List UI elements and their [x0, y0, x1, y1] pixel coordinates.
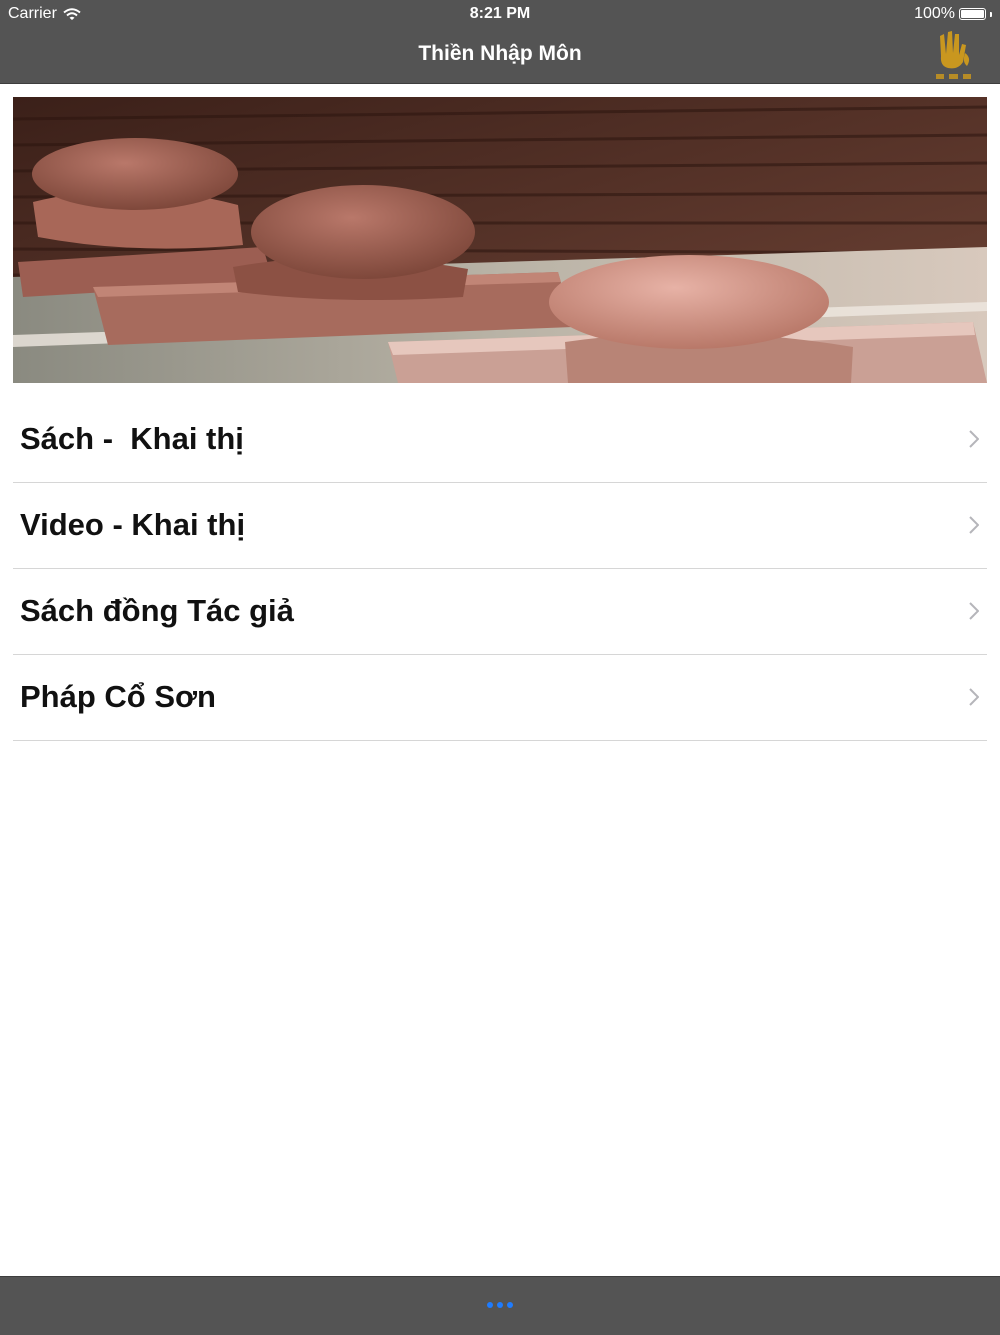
chevron-right-icon: [969, 516, 979, 534]
banner-image: [13, 97, 987, 383]
page-title: Thiền Nhập Môn: [418, 42, 582, 65]
menu-item-label: Sách - Khai thị: [20, 421, 244, 456]
menu-item-phap-co-son[interactable]: Pháp Cổ Sơn: [13, 655, 987, 741]
chevron-right-icon: [969, 602, 979, 620]
battery-indicator: 100%: [914, 5, 992, 23]
chevron-right-icon: [969, 430, 979, 448]
chevron-right-icon: [969, 688, 979, 706]
battery-icon: [959, 8, 986, 20]
menu-item-label: Video - Khai thị: [20, 507, 246, 542]
menu-item-video-khai-thi[interactable]: Video - Khai thị: [13, 483, 987, 569]
menu-list: Sách - Khai thị Video - Khai thị Sách đồ…: [13, 397, 987, 741]
more-dots-icon[interactable]: [476, 1293, 524, 1317]
menu-item-books-khai-thi[interactable]: Sách - Khai thị: [13, 397, 987, 483]
battery-percentage: 100%: [914, 5, 955, 22]
status-bar: Carrier 8:21 PM 100%: [0, 0, 1000, 28]
status-time: 8:21 PM: [469, 5, 531, 22]
menu-item-label: Sách đồng Tác giả: [20, 593, 294, 628]
hand-logo-icon[interactable]: [934, 28, 974, 82]
navigation-bar: Carrier 8:21 PM 100% Thiền Nhập Môn: [0, 0, 1000, 84]
menu-item-label: Pháp Cổ Sơn: [20, 679, 216, 714]
bottom-toolbar: [0, 1276, 1000, 1335]
menu-item-co-author-books[interactable]: Sách đồng Tác giả: [13, 569, 987, 655]
